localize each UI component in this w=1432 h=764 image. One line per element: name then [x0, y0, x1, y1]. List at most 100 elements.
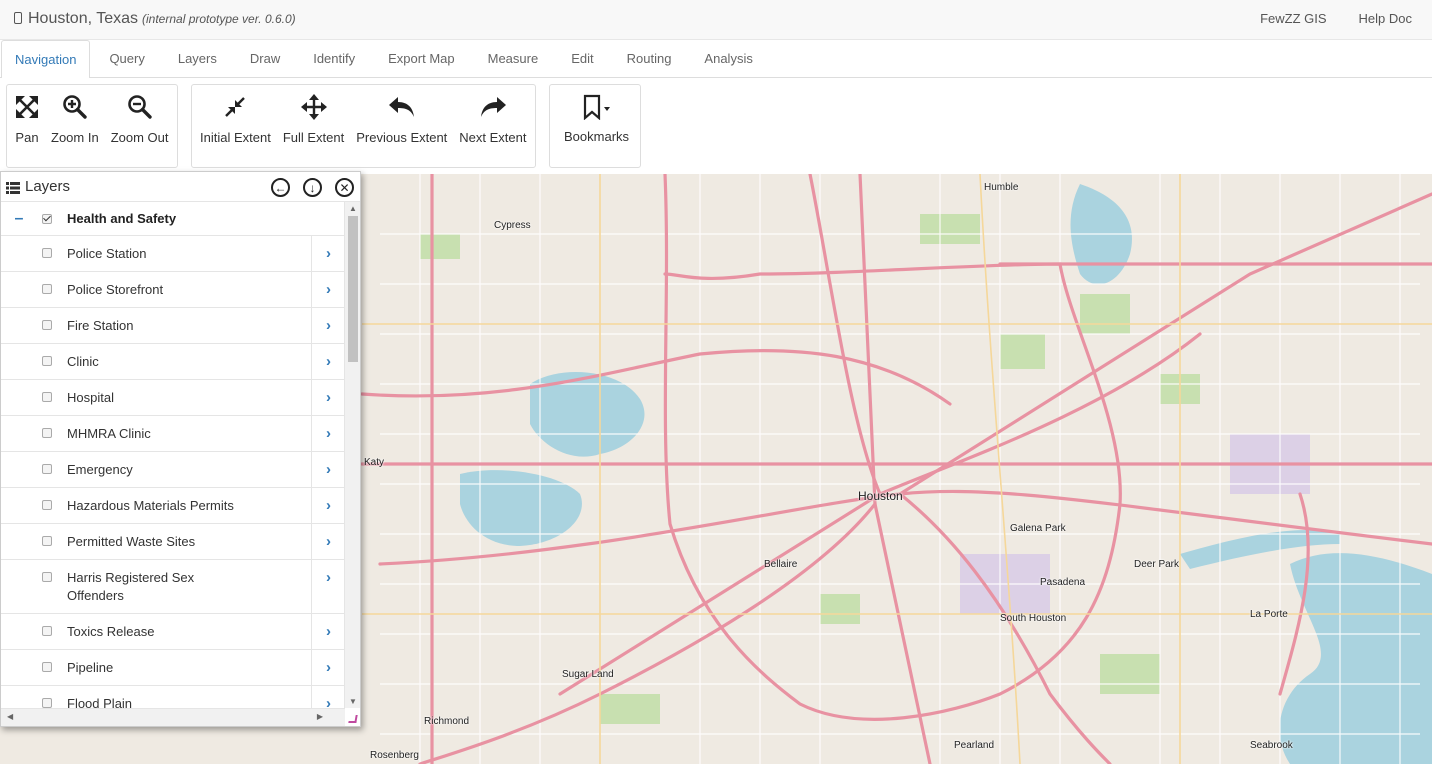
chevron-right-icon[interactable]: › — [311, 236, 345, 271]
group-checkbox[interactable] — [42, 213, 52, 224]
map-label-south-houston: South Houston — [1000, 613, 1067, 624]
tab-analysis[interactable]: Analysis — [690, 40, 766, 78]
layer-checkbox[interactable] — [42, 536, 52, 546]
tab-navigation[interactable]: Navigation — [1, 40, 91, 79]
collapse-minus-icon[interactable]: – — [1, 210, 37, 228]
map-label-rosenberg: Rosenberg — [370, 750, 419, 761]
chevron-right-icon[interactable]: › — [311, 380, 345, 415]
layer-checkbox[interactable] — [42, 392, 52, 402]
tab-draw[interactable]: Draw — [236, 40, 294, 78]
zoom-tool-group: Pan Zoom In Zoom Out — [6, 84, 178, 168]
tab-query[interactable]: Query — [95, 40, 158, 78]
scroll-up-arrow-icon[interactable]: ▲ — [349, 204, 357, 213]
layers-vertical-scrollbar[interactable]: ▲ ▼ — [344, 202, 360, 708]
map-label-richmond: Richmond — [424, 716, 470, 727]
tab-measure[interactable]: Measure — [474, 40, 553, 78]
layer-checkbox[interactable] — [42, 428, 52, 438]
layers-list: – Health and Safety Police Station › Poli… — [1, 202, 345, 708]
layer-item: Harris Registered Sex Offenders › — [1, 560, 345, 614]
app-brand[interactable]: Houston, Texas (internal prototype ver. … — [14, 10, 296, 28]
zoom-out-button[interactable]: Zoom Out — [105, 85, 175, 145]
zoom-out-icon — [127, 93, 153, 121]
bookmarks-button[interactable]: Bookmarks — [552, 85, 635, 144]
zoom-in-label: Zoom In — [51, 130, 99, 145]
fewzz-gis-link[interactable]: FewZZ GIS — [1260, 11, 1326, 26]
layer-item: MHMRA Clinic › — [1, 416, 345, 452]
layer-item: Pipeline › — [1, 650, 345, 686]
layer-name: Emergency — [67, 462, 133, 477]
layer-name: Pipeline — [67, 660, 114, 675]
layer-checkbox[interactable] — [42, 320, 52, 330]
tab-identify[interactable]: Identify — [299, 40, 369, 78]
layer-item: Police Storefront › — [1, 272, 345, 308]
chevron-right-icon[interactable]: › — [311, 308, 345, 343]
tab-layers[interactable]: Layers — [164, 40, 231, 78]
next-extent-button[interactable]: Next Extent — [453, 85, 532, 145]
chevron-right-icon[interactable]: › — [311, 488, 345, 523]
map-label-la-porte: La Porte — [1250, 609, 1288, 620]
help-doc-link[interactable]: Help Doc — [1359, 11, 1412, 26]
mobile-icon — [14, 12, 22, 24]
layers-panel-title: Layers — [25, 178, 71, 195]
layer-item: Flood Plain › — [1, 686, 345, 708]
layer-item: Hazardous Materials Permits › — [1, 488, 345, 524]
layer-checkbox[interactable] — [42, 572, 52, 582]
layer-group-health-safety: – Health and Safety — [1, 202, 345, 236]
close-circle-icon[interactable]: ✕ — [335, 178, 354, 197]
map-label-galena-park: Galena Park — [1010, 523, 1066, 534]
layer-checkbox[interactable] — [42, 626, 52, 636]
zoom-in-icon — [62, 93, 88, 121]
app-subtitle: (internal prototype ver. 0.6.0) — [142, 12, 296, 26]
previous-extent-button[interactable]: Previous Extent — [350, 85, 453, 145]
layer-checkbox[interactable] — [42, 464, 52, 474]
tool-tabs: Navigation Query Layers Draw Identify Ex… — [0, 40, 1432, 79]
layers-horizontal-scrollbar[interactable]: ◀ ▶ — [1, 708, 345, 726]
layer-item: Fire Station › — [1, 308, 345, 344]
chevron-right-icon[interactable]: › — [311, 524, 345, 559]
chevron-right-icon[interactable]: › — [311, 560, 345, 613]
layer-name: Permitted Waste Sites — [67, 534, 196, 549]
layer-name: Toxics Release — [67, 624, 155, 639]
layer-checkbox[interactable] — [42, 356, 52, 366]
chevron-right-icon[interactable]: › — [311, 272, 345, 307]
layers-panel-header[interactable]: Layers ← ↓ ✕ — [1, 172, 360, 202]
tab-export-map[interactable]: Export Map — [374, 40, 468, 78]
layer-checkbox[interactable] — [42, 284, 52, 294]
chevron-right-icon[interactable]: › — [311, 614, 345, 649]
tab-edit[interactable]: Edit — [557, 40, 607, 78]
layer-name: Hospital — [67, 390, 114, 405]
zoom-out-label: Zoom Out — [110, 130, 169, 145]
pan-icon — [15, 93, 39, 121]
chevron-right-icon[interactable]: › — [311, 344, 345, 379]
chevron-right-icon[interactable]: › — [311, 650, 345, 685]
pan-button[interactable]: Pan — [9, 85, 45, 145]
full-extent-label: Full Extent — [282, 130, 345, 145]
back-arrow-icon — [388, 93, 416, 121]
download-circle-icon[interactable]: ↓ — [303, 178, 322, 197]
layer-item: Permitted Waste Sites › — [1, 524, 345, 560]
scroll-left-arrow-icon[interactable]: ◀ — [7, 712, 13, 721]
compress-icon — [223, 93, 247, 121]
layer-checkbox[interactable] — [42, 500, 52, 510]
layer-checkbox[interactable] — [42, 662, 52, 672]
layer-checkbox[interactable] — [42, 698, 52, 708]
chevron-right-icon[interactable]: › — [311, 416, 345, 451]
layers-panel: Layers ← ↓ ✕ – Health and Safety Police … — [0, 171, 361, 727]
scrollbar-thumb[interactable] — [348, 216, 358, 362]
top-navbar: Houston, Texas (internal prototype ver. … — [0, 0, 1432, 40]
map-label-humble: Humble — [984, 182, 1019, 193]
map-label-pearland: Pearland — [954, 740, 995, 751]
full-extent-button[interactable]: Full Extent — [277, 85, 350, 145]
layer-checkbox[interactable] — [42, 248, 52, 258]
initial-extent-button[interactable]: Initial Extent — [194, 85, 277, 145]
scroll-right-arrow-icon[interactable]: ▶ — [317, 712, 323, 721]
resize-handle-icon[interactable] — [348, 715, 358, 723]
chevron-right-icon[interactable]: › — [311, 686, 345, 708]
back-circle-icon[interactable]: ← — [271, 178, 290, 197]
layer-item: Clinic › — [1, 344, 345, 380]
chevron-right-icon[interactable]: › — [311, 452, 345, 487]
zoom-in-button[interactable]: Zoom In — [45, 85, 105, 145]
scroll-down-arrow-icon[interactable]: ▼ — [349, 697, 357, 706]
previous-extent-label: Previous Extent — [356, 130, 448, 145]
tab-routing[interactable]: Routing — [613, 40, 686, 78]
